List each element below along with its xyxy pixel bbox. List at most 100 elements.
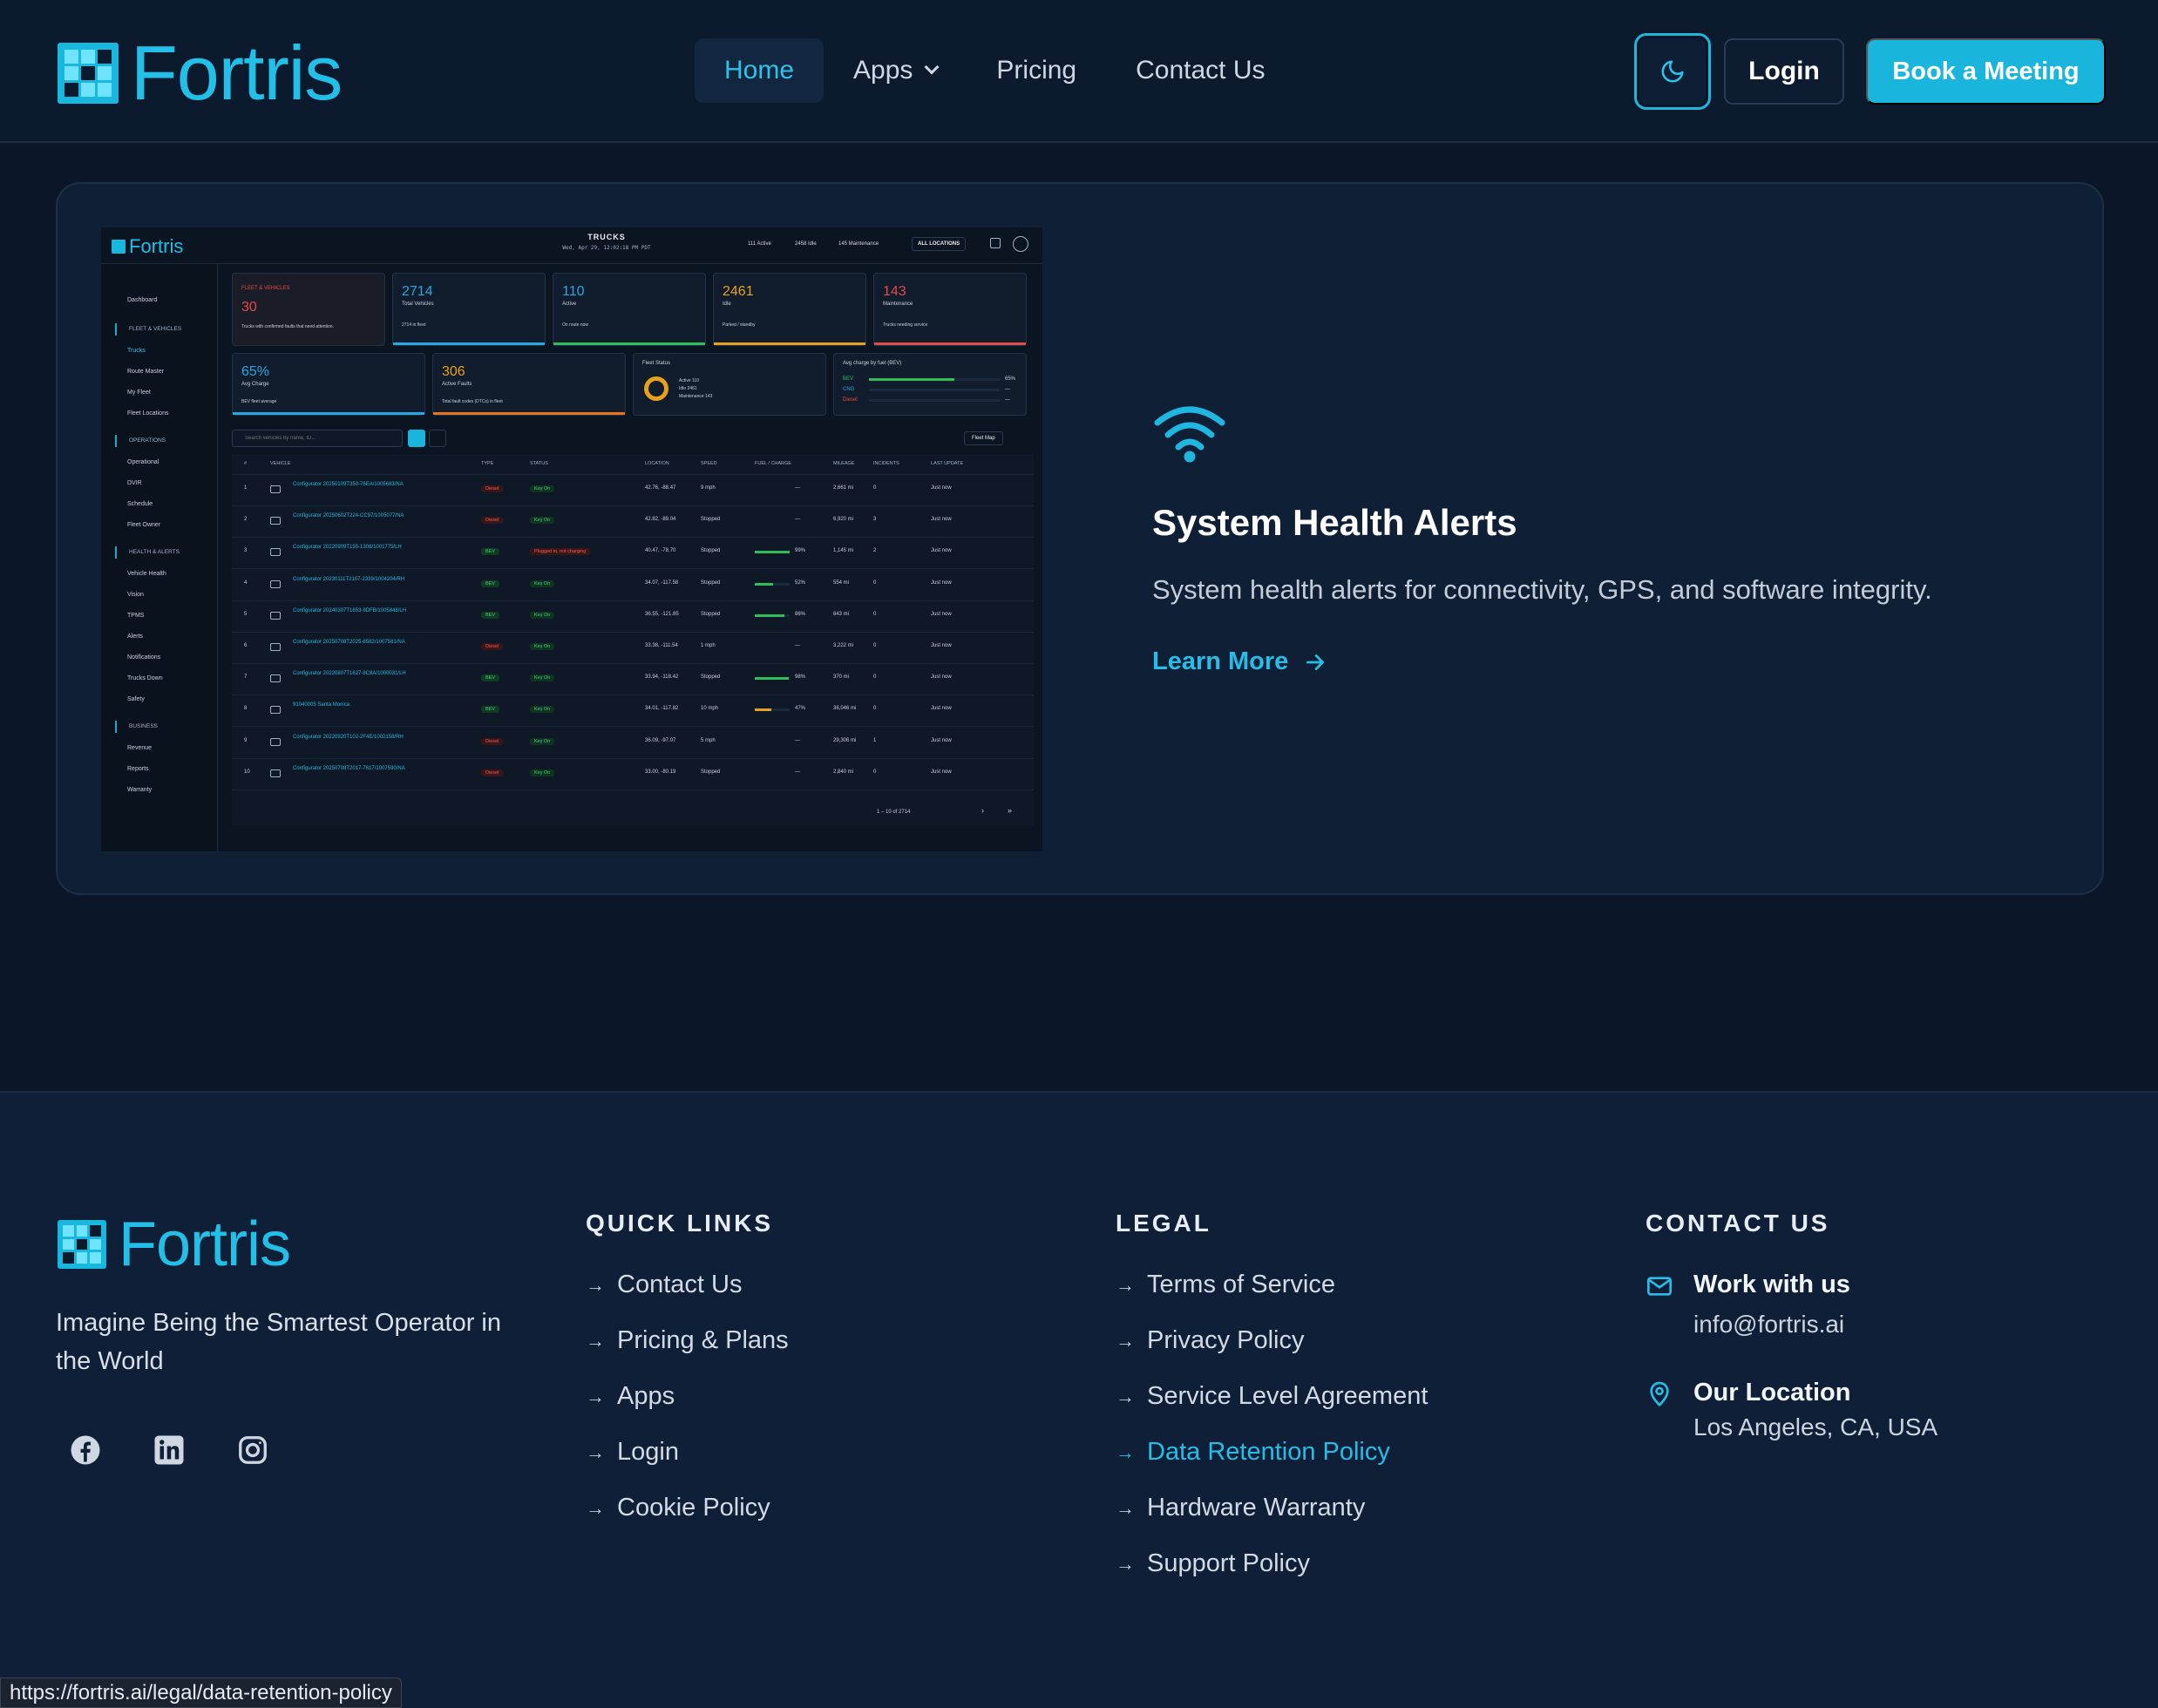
facebook-link[interactable] [70, 1434, 105, 1469]
linkedin-link[interactable] [153, 1434, 188, 1469]
cell-v[interactable]: Configurator 20250708T2017-7617/1007590/… [293, 766, 405, 771]
shot-fleet-map-button[interactable]: Fleet Map [964, 431, 1003, 445]
col-header[interactable]: STATUS [530, 461, 548, 466]
shot-nav-fleet-owner[interactable]: Fleet Owner [127, 522, 160, 528]
footer-link-privacy[interactable]: → Privacy Policy [1116, 1326, 1305, 1355]
col-header[interactable]: INCIDENTS [873, 461, 899, 466]
col-header[interactable]: MILEAGE [833, 461, 854, 466]
shot-nav-my-fleet[interactable]: My Fleet [127, 390, 151, 396]
shot-nav-warranty[interactable]: Warranty [127, 787, 152, 793]
footer-link-login[interactable]: → Login [586, 1438, 679, 1467]
shot-location-filter[interactable]: ALL LOCATIONS [912, 237, 967, 251]
cell-v[interactable]: Configurator 20250708T2025-6582/1007581/… [293, 640, 405, 645]
col-header[interactable]: LAST UPDATE [931, 461, 963, 466]
shot-kpi-faults-active[interactable]: 306 Active Faults Total fault codes (DTC… [432, 353, 626, 416]
table-row[interactable]: 9 Configurator 20220920T102-2F4E/1002158/… [232, 728, 1034, 759]
shot-section-business[interactable]: BUSINESS [115, 721, 211, 733]
cell-v[interactable]: 91040005 Santa Monica [293, 702, 349, 708]
shot-nav-dashboard[interactable]: Dashboard [127, 297, 157, 303]
feature-card: Fortris TRUCKS Wed, Apr 29, 12:02:18 PM … [56, 182, 2104, 895]
login-button[interactable]: Login [1724, 38, 1844, 105]
col-header[interactable]: SPEED [701, 461, 717, 466]
shot-nav-reports[interactable]: Reports [127, 766, 149, 772]
shot-kpi-sub: Total fault codes (DTCs) in fleet [442, 399, 503, 404]
shot-nav-revenue[interactable]: Revenue [127, 745, 152, 751]
shot-nav-tpms[interactable]: TPMS [127, 613, 144, 619]
list-view-icon[interactable] [408, 430, 425, 447]
nav-pricing[interactable]: Pricing [967, 38, 1106, 103]
user-avatar-icon[interactable] [1013, 236, 1028, 252]
cell-v[interactable]: Configurator 20240307T1653-9DFB/1005848/… [293, 608, 406, 613]
table-row[interactable]: 5 Configurator 20240307T1653-9DFB/1005848… [232, 601, 1034, 633]
shot-nav-operational[interactable]: Operational [127, 459, 159, 465]
cell-v[interactable]: Configurator 20220920T102-2F4E/1002158/R… [293, 735, 404, 740]
shot-nav-fleet-locations[interactable]: Fleet Locations [127, 410, 168, 417]
table-row[interactable]: 10 Configurator 20250708T2017-7617/100759… [232, 759, 1034, 790]
footer-link-terms[interactable]: → Terms of Service [1116, 1271, 1335, 1299]
cell-v[interactable]: Configurator 20220909T155-1308/1001775/L… [293, 545, 402, 550]
learn-more-link[interactable]: Learn More [1152, 647, 1327, 676]
theme-toggle-button[interactable] [1634, 33, 1711, 110]
shot-section-health[interactable]: HEALTH & ALERTS [115, 546, 211, 559]
table-row[interactable]: 8 91040005 Santa Monica BEV Key On 34.01, -1… [232, 695, 1034, 728]
shot-kpi-total[interactable]: 2714 Total Vehicles 2714 in fleet [392, 273, 546, 346]
table-row[interactable]: 1 Configurator 20250109T350-76EA/1005683/… [232, 475, 1034, 506]
table-row[interactable]: 2 Configurator 20250602T224-CC97/1005077/… [232, 506, 1034, 539]
table-row[interactable]: 6 Configurator 20250708T2025-6582/1007581… [232, 633, 1034, 664]
footer-link-hardware-warranty[interactable]: → Hardware Warranty [1116, 1494, 1365, 1522]
footer-link-label: Data Retention Policy [1147, 1438, 1390, 1466]
footer-link-data-retention[interactable]: → Data Retention Policy [1116, 1438, 1390, 1467]
shot-nav-trucks-down[interactable]: Trucks Down [127, 675, 163, 681]
cell-loc: 34.07, -117.58 [645, 580, 679, 586]
nav-apps[interactable]: Apps [824, 38, 967, 103]
cell-v[interactable]: Configurator 20250109T350-76EA/1005683/N… [293, 482, 404, 487]
footer-logo[interactable]: Fortris [58, 1213, 291, 1276]
nav-contact[interactable]: Contact Us [1106, 38, 1294, 103]
footer-link-contact[interactable]: → Contact Us [586, 1271, 742, 1299]
cell-v[interactable]: Configurator 20220807T1627-8C8A/1000031/… [293, 671, 406, 676]
footer-link-sla[interactable]: → Service Level Agreement [1116, 1382, 1428, 1411]
bell-icon[interactable] [990, 238, 1001, 248]
shot-kpi-idle[interactable]: 2461 Idle Parked / standby [713, 273, 866, 346]
col-header[interactable]: VEHICLE [270, 461, 291, 466]
col-header[interactable]: # [244, 461, 247, 466]
shot-kpi-active[interactable]: 110 Active On route now [553, 273, 706, 346]
shot-nav-route-master[interactable]: Route Master [127, 369, 164, 375]
col-header[interactable]: TYPE [481, 461, 493, 466]
shot-nav-dvir[interactable]: DVIR [127, 480, 142, 486]
shot-nav-schedule[interactable]: Schedule [127, 501, 153, 507]
footer-link-pricing[interactable]: → Pricing & Plans [586, 1326, 789, 1355]
shot-nav-notifications[interactable]: Notifications [127, 654, 160, 661]
footer-link-support[interactable]: → Support Policy [1116, 1549, 1310, 1578]
shot-nav-vision[interactable]: Vision [127, 592, 144, 598]
table-row[interactable]: 7 Configurator 20220807T1627-8C8A/1000031… [232, 664, 1034, 696]
table-row[interactable]: 4 Configurator 20230111T2107-2339/1004204… [232, 570, 1034, 601]
col-header[interactable]: FUEL / CHARGE [755, 461, 791, 466]
cell-v[interactable]: Configurator 20230111T2107-2339/1004204/… [293, 577, 404, 582]
shot-nav-vehicle-health[interactable]: Vehicle Health [127, 571, 166, 577]
shot-nav-safety[interactable]: Safety [127, 696, 145, 702]
footer-link-apps[interactable]: → Apps [586, 1382, 675, 1411]
cell-u: Just now [931, 643, 952, 648]
brand-logo[interactable]: Fortris [58, 35, 343, 112]
cell-t: Diesel [481, 769, 504, 776]
contact-email-link[interactable]: info@fortris.ai [1693, 1311, 1844, 1339]
shot-nav-trucks[interactable]: Trucks [127, 348, 146, 354]
book-meeting-button[interactable]: Book a Meeting [1866, 38, 2106, 105]
shot-search-input[interactable] [232, 430, 403, 447]
nav-home[interactable]: Home [695, 38, 825, 103]
shot-section-fleet[interactable]: FLEET & VEHICLES [115, 323, 211, 336]
last-page-icon[interactable]: » [1008, 806, 1012, 815]
instagram-link[interactable] [237, 1434, 272, 1469]
shot-kpi-maintenance[interactable]: 143 Maintenance Trucks needing service [873, 273, 1027, 346]
col-header[interactable]: LOCATION [645, 461, 669, 466]
table-row[interactable]: 3 Configurator 20220909T155-1308/1001775/… [232, 538, 1034, 570]
cell-v[interactable]: Configurator 20250602T224-CC97/1005077/N… [293, 513, 404, 518]
footer-link-cookie[interactable]: → Cookie Policy [586, 1494, 770, 1522]
next-page-icon[interactable]: › [981, 806, 984, 815]
shot-section-operations[interactable]: OPERATIONS [115, 435, 211, 447]
grid-view-icon[interactable] [429, 430, 446, 447]
shot-kpi-charge[interactable]: 65% Avg Charge BEV fleet average [232, 353, 425, 416]
shot-kpi-faults[interactable]: FLEET & VEHICLES 30 Trucks with confirme… [232, 273, 385, 346]
shot-nav-alerts[interactable]: Alerts [127, 634, 143, 640]
